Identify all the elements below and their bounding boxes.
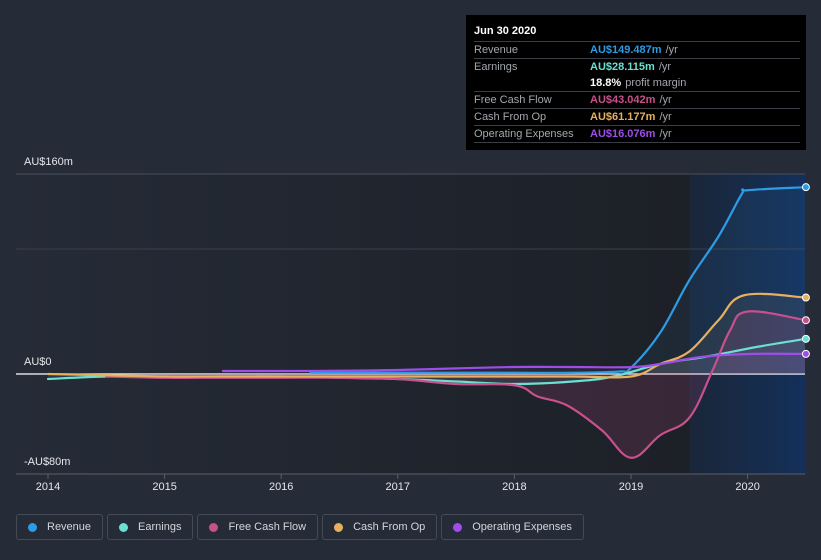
tooltip-date: Jun 30 2020 xyxy=(474,23,800,42)
legend-dot-icon xyxy=(28,522,37,532)
legend-dot-icon xyxy=(334,522,344,532)
series-endpoint-free-cash-flow[interactable] xyxy=(801,316,810,325)
x-tick-label: 2017 xyxy=(385,481,411,493)
legend-dot-icon xyxy=(119,522,129,532)
tooltip-value: AU$61.177m xyxy=(590,111,656,123)
series-endpoint-operating-expenses[interactable] xyxy=(801,349,810,358)
tooltip-label xyxy=(474,75,590,91)
legend-dot-icon xyxy=(209,522,219,532)
legend-dot-icon xyxy=(453,522,463,532)
x-tick-label: 2020 xyxy=(735,481,760,493)
tooltip-unit: profit margin xyxy=(625,77,687,89)
legend-label: Earnings xyxy=(138,521,182,533)
tooltip-row: Revenue AU$149.487m/yr xyxy=(474,42,800,59)
series-endpoint-cash-from-op[interactable] xyxy=(801,293,810,302)
x-tick-label: 2018 xyxy=(502,481,527,493)
tooltip-label: Operating Expenses xyxy=(474,128,574,140)
legend-label: Revenue xyxy=(47,521,92,533)
tooltip-unit: /yr xyxy=(659,111,672,123)
legend-item-revenue[interactable]: Revenue xyxy=(16,514,104,540)
legend-item-cash-from-op[interactable]: Cash From Op xyxy=(322,514,438,540)
x-tick-label: 2015 xyxy=(152,481,177,493)
tooltip-label: Cash From Op xyxy=(474,111,547,123)
y-tick-label: AU$0 xyxy=(24,356,52,368)
tooltip: Jun 30 2020 Revenue AU$149.487m/yr Earning… xyxy=(466,15,806,150)
legend-label: Cash From Op xyxy=(353,521,426,533)
tooltip-row: Free Cash Flow AU$43.042m/yr xyxy=(474,92,800,109)
legend-item-earnings[interactable]: Earnings xyxy=(107,514,194,540)
tooltip-unit: /yr xyxy=(665,44,678,56)
x-tick-label: 2019 xyxy=(618,481,644,493)
legend: Revenue Earnings Free Cash Flow Cash From O… xyxy=(16,514,584,540)
legend-item-free-cash-flow[interactable]: Free Cash Flow xyxy=(197,514,319,540)
tooltip-label: Earnings xyxy=(474,61,518,73)
tooltip-value: AU$16.076m xyxy=(590,128,656,140)
tooltip-unit: /yr xyxy=(659,94,672,106)
tooltip-label: Revenue xyxy=(474,44,519,56)
series-endpoint-earnings[interactable] xyxy=(801,334,810,343)
y-tick-label: AU$160m xyxy=(24,156,73,168)
legend-label: Operating Expenses xyxy=(472,521,572,533)
x-tick-label: 2016 xyxy=(268,481,294,493)
tooltip-row: Earnings AU$28.115m/yr xyxy=(474,59,800,75)
tooltip-unit: /yr xyxy=(659,128,672,140)
tooltip-row: Cash From Op AU$61.177m/yr xyxy=(474,109,800,126)
tooltip-value: AU$43.042m xyxy=(590,94,656,106)
legend-label: Free Cash Flow xyxy=(228,521,307,533)
y-tick-label: -AU$80m xyxy=(24,456,71,468)
tooltip-row: 18.8% profit margin xyxy=(474,75,800,92)
tooltip-value: AU$149.487m xyxy=(590,44,662,56)
legend-item-operating-expenses[interactable]: Operating Expenses xyxy=(441,514,584,540)
x-tick-label: 2014 xyxy=(35,481,61,493)
tooltip-value: 18.8% xyxy=(590,77,622,89)
series-endpoint-revenue[interactable] xyxy=(801,183,810,192)
tooltip-row: Operating Expenses AU$16.076m/yr xyxy=(474,126,800,143)
tooltip-unit: /yr xyxy=(658,61,672,73)
tooltip-label: Free Cash Flow xyxy=(474,94,552,106)
tooltip-value: AU$28.115m xyxy=(590,61,655,73)
